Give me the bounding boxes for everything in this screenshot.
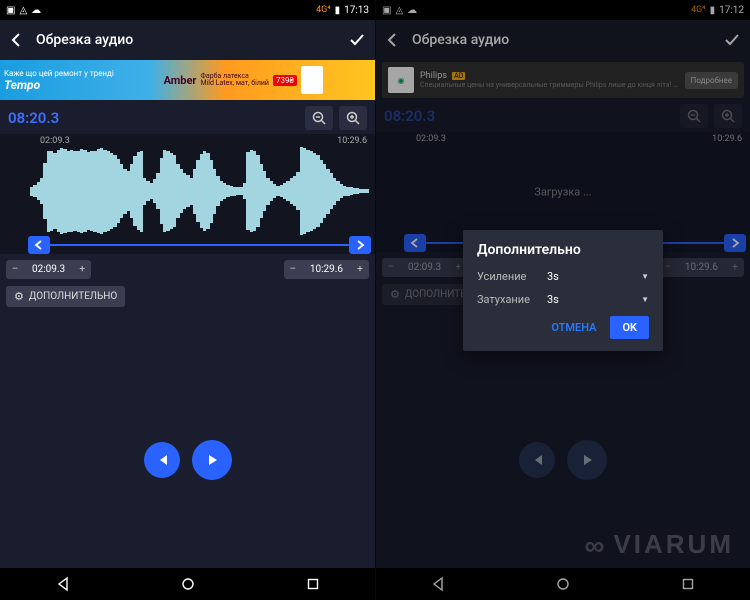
ad-brand: Tempo xyxy=(4,78,164,92)
prev-button[interactable] xyxy=(144,442,180,478)
zoom-out-button[interactable] xyxy=(305,106,333,130)
infinity-icon: ∞ xyxy=(584,530,607,562)
ad-banner[interactable]: Kaже що цей ремонт у тренді Tempo Amber … xyxy=(0,60,375,100)
selection-rail xyxy=(30,244,371,246)
start-time-chip: – 02:09.3 + xyxy=(6,260,91,279)
end-time-value[interactable]: 10:29.6 xyxy=(302,260,351,279)
fade-value: 3s xyxy=(547,293,559,306)
trim-handle-end[interactable] xyxy=(349,236,371,254)
pane-right: ▣ ◬ ☁ 4G⁴ ▮ 17:12 Обрезка аудио ◉ xyxy=(375,0,750,600)
play-button[interactable] xyxy=(192,440,232,480)
nav-home-button[interactable] xyxy=(177,573,199,595)
page-title: Обрезка аудио xyxy=(36,32,337,48)
advanced-row: ⚙ ДОПОЛНИТЕЛЬНО xyxy=(0,285,375,311)
dialog-overlay[interactable]: Дополнительно Усиление 3s ▼ Затухание 3s… xyxy=(376,0,750,600)
pane-left: ▣ ◬ ☁ 4G⁴ ▮ 17:13 Обрезка аудио Kaже що … xyxy=(0,0,375,600)
total-duration: 08:20.3 xyxy=(8,109,299,127)
signal-icon: 4G⁴ xyxy=(316,5,331,15)
wave-start-label: 02:09.3 xyxy=(40,136,70,146)
confirm-button[interactable] xyxy=(347,30,367,50)
app-bar: Обрезка аудио xyxy=(0,20,375,60)
end-plus-button[interactable]: + xyxy=(351,264,369,275)
time-chips-row: – 02:09.3 + – 10:29.6 + xyxy=(0,254,375,285)
dialog-actions: ОТМЕНА OK xyxy=(477,316,649,339)
waveform[interactable] xyxy=(30,146,370,236)
status-left: ▣ ◬ ☁ xyxy=(6,5,41,16)
ad-text: Kaже що цей ремонт у тренді xyxy=(4,69,164,78)
battery-icon: ▮ xyxy=(335,5,341,16)
chevron-down-icon: ▼ xyxy=(641,272,649,281)
status-icon: ▣ xyxy=(6,5,15,16)
fade-select[interactable]: 3s ▼ xyxy=(547,293,649,306)
gain-row: Усиление 3s ▼ xyxy=(477,270,649,283)
cancel-button[interactable]: ОТМЕНА xyxy=(547,317,600,338)
ad-price: 739₴ xyxy=(273,75,297,86)
start-plus-button[interactable]: + xyxy=(73,264,91,275)
status-icon: ◬ xyxy=(19,5,27,16)
gain-select[interactable]: 3s ▼ xyxy=(547,270,649,283)
clock: 17:13 xyxy=(344,5,369,16)
wave-end-label: 10:29.6 xyxy=(337,136,367,146)
advanced-button[interactable]: ⚙ ДОПОЛНИТЕЛЬНО xyxy=(6,286,125,307)
trim-handle-start[interactable] xyxy=(28,236,50,254)
status-icon: ☁ xyxy=(31,5,41,16)
nav-back-button[interactable] xyxy=(52,573,74,595)
back-button[interactable] xyxy=(8,31,26,49)
android-navbar xyxy=(0,568,375,600)
chevron-down-icon: ▼ xyxy=(641,295,649,304)
advanced-label: ДОПОЛНИТЕЛЬНО xyxy=(29,291,117,302)
zoom-in-button[interactable] xyxy=(339,106,367,130)
ok-button[interactable]: OK xyxy=(610,316,649,339)
status-bar: ▣ ◬ ☁ 4G⁴ ▮ 17:13 xyxy=(0,0,375,20)
gain-label: Усиление xyxy=(477,270,537,283)
end-time-chip: – 10:29.6 + xyxy=(284,260,369,279)
fade-label: Затухание xyxy=(477,293,537,306)
time-row: 08:20.3 xyxy=(0,102,375,134)
gain-value: 3s xyxy=(547,270,559,283)
status-right: 4G⁴ ▮ 17:13 xyxy=(316,5,369,16)
watermark: ∞VIARUM xyxy=(584,528,734,560)
advanced-dialog: Дополнительно Усиление 3s ▼ Затухание 3s… xyxy=(463,230,663,351)
dialog-title: Дополнительно xyxy=(477,242,649,258)
playback-controls xyxy=(0,440,375,480)
start-time-value[interactable]: 02:09.3 xyxy=(24,260,73,279)
fade-row: Затухание 3s ▼ xyxy=(477,293,649,306)
waveform-area[interactable]: 02:09.3 10:29.6 xyxy=(0,134,375,254)
nav-recents-button[interactable] xyxy=(302,573,324,595)
gear-icon: ⚙ xyxy=(14,290,24,303)
start-minus-button[interactable]: – xyxy=(6,264,24,275)
end-minus-button[interactable]: – xyxy=(284,264,302,275)
